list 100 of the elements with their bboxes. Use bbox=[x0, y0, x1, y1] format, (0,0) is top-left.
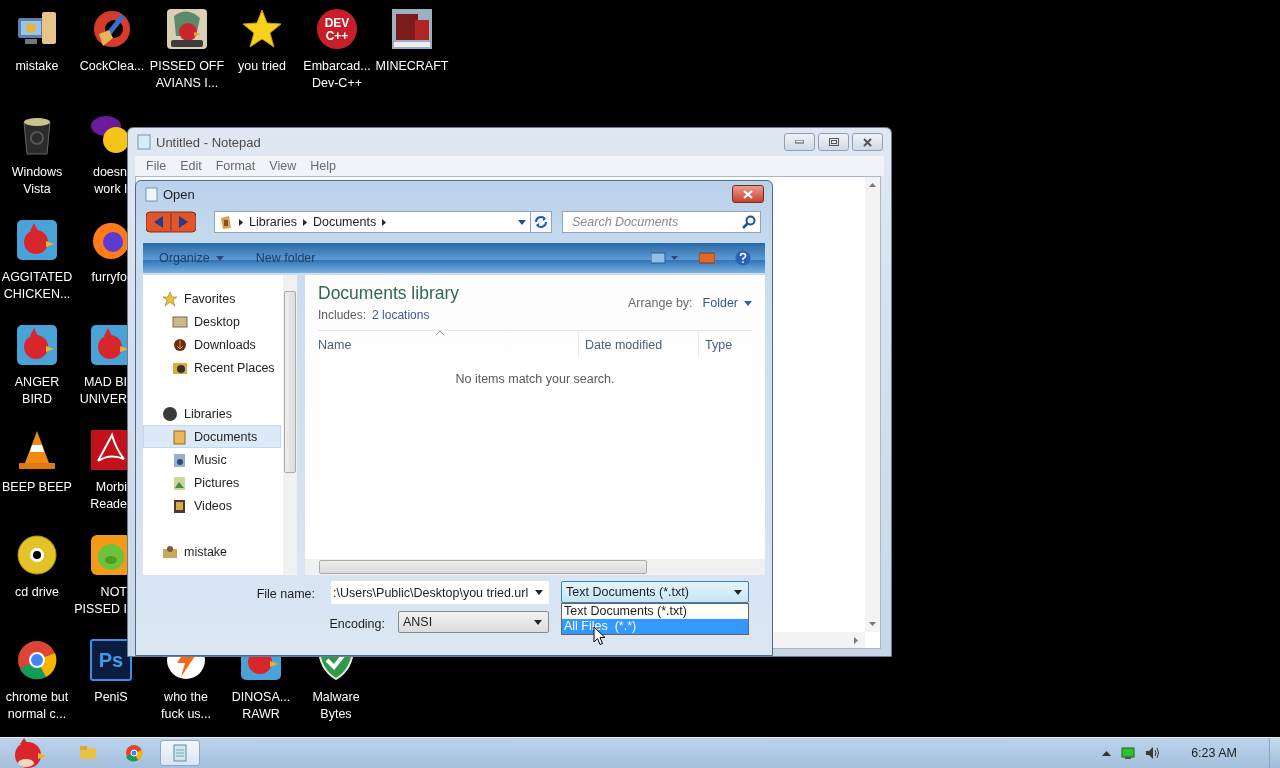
icon-label: MAD BI UNIVER bbox=[78, 374, 127, 408]
caret-icon bbox=[215, 255, 224, 261]
traffic-cone-icon[interactable] bbox=[16, 429, 58, 471]
arrange-dropdown[interactable]: Folder bbox=[702, 296, 752, 310]
scroll-down-icon[interactable] bbox=[869, 622, 876, 626]
library-title: Documents library bbox=[318, 283, 460, 304]
brush-icon[interactable] bbox=[91, 8, 133, 50]
menu-item[interactable]: View bbox=[263, 159, 305, 173]
clock[interactable]: 6:23 AM bbox=[1191, 746, 1237, 760]
video-icon bbox=[172, 497, 188, 514]
caret-icon bbox=[535, 590, 543, 595]
caret-icon bbox=[518, 219, 526, 225]
back-forward-buttons[interactable] bbox=[146, 211, 196, 233]
close-button[interactable] bbox=[732, 185, 764, 203]
block-icon[interactable] bbox=[391, 8, 433, 50]
nav-item[interactable]: Favorites bbox=[143, 287, 281, 310]
icon-label: PISSED OFF AVIANS I... bbox=[149, 58, 225, 92]
network-icon[interactable] bbox=[1121, 746, 1136, 760]
file-name-input[interactable]: :\Users\Public\Desktop\you tried.url bbox=[333, 585, 535, 600]
search-input[interactable]: Search Documents bbox=[572, 215, 742, 229]
bird-icon[interactable] bbox=[166, 8, 208, 50]
icon-label: furryfo bbox=[90, 269, 127, 286]
menu-item[interactable]: Format bbox=[209, 159, 264, 173]
search-field[interactable]: Search Documents bbox=[562, 211, 761, 233]
encoding-dropdown[interactable]: ANSI bbox=[398, 611, 549, 633]
icon-label: who the fuck us... bbox=[161, 689, 211, 723]
download-icon bbox=[172, 336, 188, 353]
icon-label: NOT PISSED I bbox=[73, 584, 127, 618]
document-icon[interactable] bbox=[90, 429, 127, 471]
scrollbar[interactable] bbox=[283, 275, 297, 575]
column-header[interactable]: Name bbox=[318, 331, 579, 358]
breadcrumb-item[interactable]: Documents bbox=[312, 215, 377, 229]
browser-icon bbox=[124, 743, 144, 763]
nav-item[interactable]: Pictures bbox=[143, 471, 281, 494]
nav-item[interactable]: Libraries bbox=[143, 402, 281, 425]
close-button[interactable] bbox=[852, 133, 883, 151]
caret-icon bbox=[744, 300, 752, 306]
nav-item[interactable]: Downloads bbox=[143, 333, 281, 356]
empty-message: No items match your search. bbox=[455, 372, 615, 386]
notepad-icon bbox=[137, 134, 151, 150]
file-type-dropdown[interactable]: Text Documents (*.txt) bbox=[561, 581, 749, 603]
nav-item[interactable]: mistake bbox=[143, 540, 281, 563]
app-logo[interactable]: Ps bbox=[90, 639, 132, 681]
caret-icon bbox=[734, 589, 742, 595]
scroll-right-icon[interactable] bbox=[854, 637, 858, 644]
notepad-icon bbox=[170, 743, 190, 763]
icon-label: doesn work l bbox=[91, 164, 127, 198]
nav-item[interactable]: Recent Places bbox=[143, 356, 281, 379]
refresh-icon bbox=[534, 215, 548, 229]
maximize-button[interactable] bbox=[818, 133, 849, 151]
nav-item[interactable]: Videos bbox=[143, 494, 281, 517]
browser-icon[interactable] bbox=[16, 639, 58, 681]
show-hidden-icons-icon[interactable] bbox=[1102, 750, 1112, 756]
icon-label: DINOSA... RAWR bbox=[231, 689, 291, 723]
star-icon bbox=[162, 290, 178, 307]
scrollbar[interactable] bbox=[305, 559, 765, 575]
icon-label: AGGITATED CHICKEN... bbox=[1, 269, 73, 303]
icon-label: cd drive bbox=[15, 584, 59, 601]
bird-icon[interactable] bbox=[16, 219, 58, 261]
icon-label: ANGER BIRD bbox=[14, 374, 60, 408]
nav-item[interactable]: Documents bbox=[143, 425, 281, 448]
desktop-icon bbox=[172, 313, 188, 330]
field-label: File name: bbox=[256, 587, 315, 601]
app-logo[interactable]: DEV C++ bbox=[316, 8, 358, 50]
icon-label: PeniS bbox=[94, 689, 128, 706]
icon-label: mistake bbox=[15, 58, 59, 75]
menu-item[interactable]: File bbox=[140, 159, 175, 173]
icon-label: Morbi Reade bbox=[89, 479, 127, 513]
locations-link[interactable]: 2 locations bbox=[372, 308, 430, 322]
folder-icon bbox=[172, 428, 188, 445]
menu-item[interactable]: Help bbox=[304, 159, 344, 173]
scroll-up-icon[interactable] bbox=[869, 183, 876, 187]
file-name-field[interactable]: :\Users\Public\Desktop\you tried.url bbox=[331, 581, 549, 604]
search-icon bbox=[742, 215, 756, 229]
sort-icon bbox=[436, 331, 444, 335]
library-icon bbox=[162, 405, 178, 422]
folder-icon bbox=[219, 214, 233, 230]
icon-label: you tried bbox=[238, 58, 286, 75]
window-title: Untitled - Notepad bbox=[156, 134, 261, 150]
column-header[interactable]: Type bbox=[699, 331, 733, 358]
bird-icon[interactable] bbox=[90, 324, 127, 366]
star-icon[interactable] bbox=[241, 8, 283, 50]
dropdown-option[interactable]: Text Documents (*.txt) bbox=[562, 604, 748, 619]
bird-icon[interactable] bbox=[16, 324, 58, 366]
address-bar[interactable]: Libraries Documents bbox=[214, 211, 531, 233]
speaker-icon[interactable] bbox=[1145, 746, 1162, 760]
notepad-icon bbox=[145, 186, 158, 202]
nav-item[interactable]: Music bbox=[143, 448, 281, 471]
breadcrumb-item[interactable]: Libraries bbox=[249, 215, 297, 229]
column-header[interactable]: Date modified bbox=[579, 331, 699, 358]
chevron-icon bbox=[302, 218, 307, 226]
disc-icon[interactable] bbox=[16, 534, 58, 576]
nav-item[interactable]: Desktop bbox=[143, 310, 281, 333]
caret-icon bbox=[534, 619, 542, 625]
help-icon[interactable] bbox=[735, 250, 751, 266]
refresh-button[interactable] bbox=[531, 211, 552, 233]
includes-label: Includes: bbox=[318, 308, 367, 322]
maximize-icon bbox=[828, 138, 839, 146]
view-icon[interactable] bbox=[651, 252, 679, 264]
menu-item[interactable]: Edit bbox=[174, 159, 210, 173]
